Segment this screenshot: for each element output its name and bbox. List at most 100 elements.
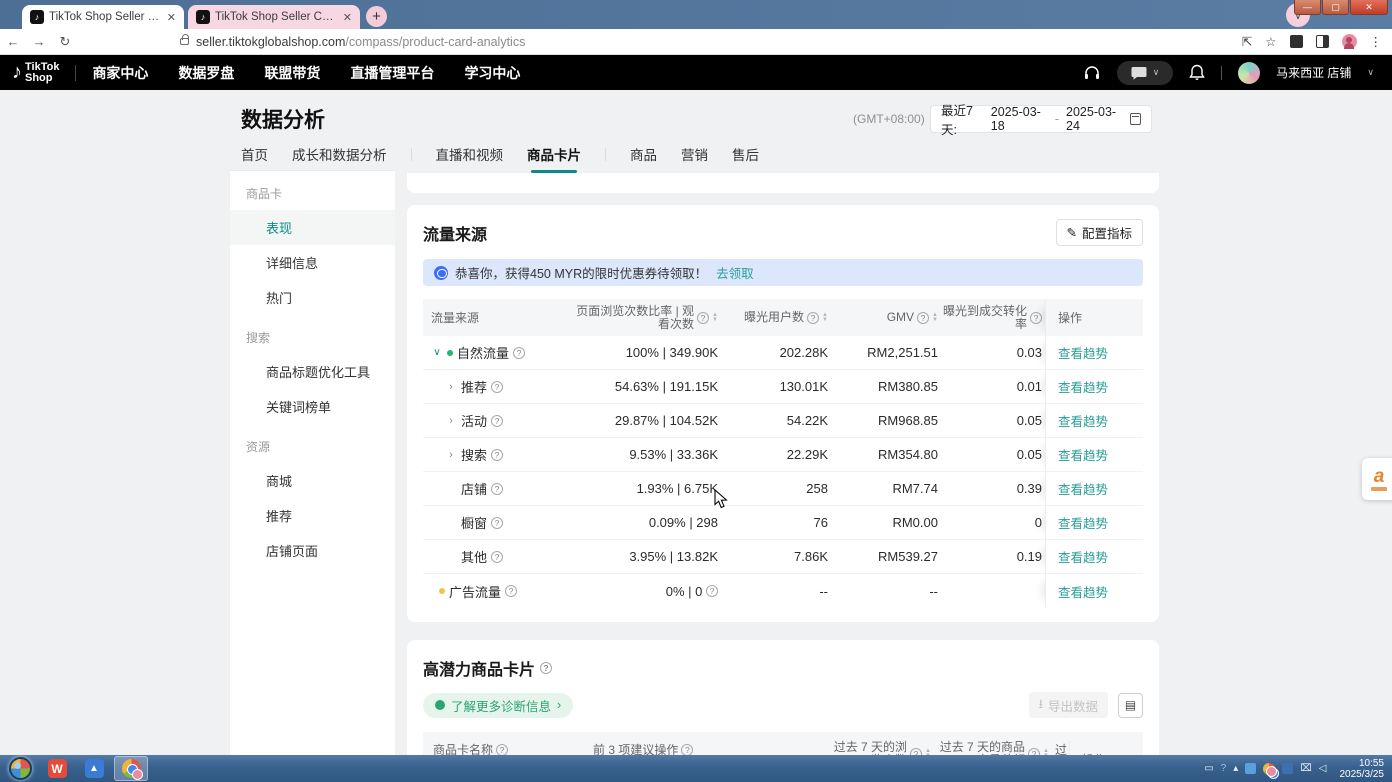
bookmark-star-icon[interactable]: ☆ — [1265, 34, 1276, 49]
store-avatar[interactable] — [1238, 62, 1260, 84]
help-icon[interactable] — [491, 381, 503, 393]
browser-tab-active[interactable]: ♪ TikTok Shop Seller Center | Cr ✕ — [22, 5, 184, 29]
browser-profile-icon[interactable] — [1342, 34, 1357, 49]
tray-network-icon[interactable]: ⌧ — [1300, 763, 1312, 774]
view-trend-link[interactable]: 查看趋势 — [1058, 445, 1108, 464]
tiktok-shop-logo[interactable]: ♪ TikTokShop — [12, 61, 59, 84]
tray-help-icon[interactable]: ? — [1221, 763, 1227, 774]
tab-products[interactable]: 商品 — [630, 144, 657, 173]
tab-growth[interactable]: 成长和数据分析 — [292, 144, 387, 173]
tray-app1-icon[interactable] — [1245, 763, 1256, 774]
nav-item-merchant-center[interactable]: 商家中心 — [92, 63, 148, 83]
tray-app2-icon[interactable] — [1282, 763, 1293, 774]
help-icon[interactable] — [491, 449, 503, 461]
view-trend-link[interactable]: 查看趋势 — [1058, 479, 1108, 498]
view-trend-link[interactable]: 查看趋势 — [1058, 547, 1108, 566]
store-name[interactable]: 马来西亚 店铺 — [1276, 64, 1351, 81]
view-trend-link[interactable]: 查看趋势 — [1058, 513, 1108, 532]
sidebar-item-mall[interactable]: 商城 — [230, 463, 395, 498]
help-icon[interactable] — [491, 517, 503, 529]
side-panel-icon[interactable] — [1316, 35, 1329, 48]
view-trend-link[interactable]: 查看趋势 — [1058, 343, 1108, 362]
table-row-recommend[interactable]: ›推荐 54.63% | 191.15K 130.01K RM380.85 0.… — [423, 370, 1143, 404]
export-data-button[interactable]: ⭳ 导出数据 — [1029, 692, 1108, 718]
sidebar-item-trending[interactable]: 热门 — [230, 280, 395, 315]
maximize-button[interactable]: ▢ — [1322, 0, 1349, 15]
lock-icon[interactable] — [180, 38, 189, 45]
help-icon[interactable] — [910, 748, 922, 755]
table-row-other[interactable]: ›其他 3.95% | 13.82K 7.86K RM539.27 0.19 查… — [423, 540, 1143, 574]
tray-show-hidden-icon[interactable]: ▴ — [1233, 763, 1238, 774]
minimize-button[interactable]: — — [1294, 0, 1321, 15]
taskbar-wps-icon[interactable]: W — [40, 756, 74, 781]
extensions-puzzle-icon[interactable] — [1290, 35, 1303, 48]
help-icon[interactable] — [505, 585, 517, 597]
table-row-search[interactable]: ›搜索 9.53% | 33.36K 22.29K RM354.80 0.05 … — [423, 438, 1143, 472]
help-icon[interactable] — [1028, 748, 1040, 755]
help-icon[interactable] — [491, 551, 503, 563]
forward-icon[interactable]: → — [26, 34, 52, 49]
expand-icon[interactable]: › — [445, 449, 457, 461]
nav-item-live-manager[interactable]: 直播管理平台 — [350, 63, 434, 83]
menu-dots-icon[interactable]: ⋮ — [1370, 34, 1383, 49]
table-row-activity[interactable]: ›活动 29.87% | 104.52K 54.22K RM968.85 0.0… — [423, 404, 1143, 438]
view-trend-link[interactable]: 查看趋势 — [1058, 377, 1108, 396]
help-icon[interactable] — [706, 585, 718, 597]
browser-tab-grouped[interactable]: ♪ TikTok Shop Seller Center | C ✕ — [188, 5, 360, 29]
help-icon[interactable] — [697, 312, 709, 324]
sidebar-item-shop-page[interactable]: 店铺页面 — [230, 533, 395, 568]
report-list-icon[interactable]: ▤ — [1118, 693, 1143, 718]
floating-service-widget[interactable]: a — [1362, 458, 1392, 500]
new-tab-button[interactable]: + — [366, 6, 387, 27]
tab-product-card[interactable]: 商品卡片 — [527, 144, 581, 173]
claim-coupon-link[interactable]: 去领取 — [716, 263, 754, 282]
collapse-icon[interactable]: ∨ — [431, 347, 443, 358]
nav-item-learning-center[interactable]: 学习中心 — [464, 63, 520, 83]
close-button[interactable]: ✕ — [1350, 0, 1388, 15]
sidebar-item-keyword-ranking[interactable]: 关键词榜单 — [230, 389, 395, 424]
tab-marketing[interactable]: 营销 — [681, 144, 708, 173]
tray-chrome-icon[interactable] — [1263, 763, 1275, 775]
help-icon[interactable] — [513, 347, 525, 359]
sidebar-item-recommend[interactable]: 推荐 — [230, 498, 395, 533]
back-icon[interactable]: ← — [0, 34, 26, 49]
view-trend-link[interactable]: 查看趋势 — [1058, 411, 1108, 430]
help-icon[interactable] — [491, 483, 503, 495]
expand-icon[interactable]: › — [445, 381, 457, 393]
chevron-down-icon[interactable]: ∨ — [1367, 67, 1374, 78]
tray-volume-icon[interactable]: ◁ — [1319, 763, 1327, 774]
headset-icon[interactable] — [1083, 64, 1101, 82]
calendar-icon[interactable] — [1130, 113, 1141, 125]
tab-close-icon[interactable]: ✕ — [167, 11, 176, 24]
expand-icon[interactable]: › — [445, 415, 457, 427]
help-icon[interactable] — [681, 744, 693, 756]
diagnosis-info-link[interactable]: 了解更多诊断信息 › — [423, 693, 573, 718]
tab-close-icon[interactable]: ✕ — [343, 11, 352, 24]
table-row-organic[interactable]: ∨自然流量 100% | 349.90K 202.28K RM2,251.51 … — [423, 336, 1143, 370]
start-button[interactable] — [9, 757, 32, 780]
sidebar-item-performance[interactable]: 表现 — [230, 210, 395, 245]
table-row-shop[interactable]: ›店铺 1.93% | 6.75K 258 RM7.74 0.39 查看趋势 — [423, 472, 1143, 506]
date-range-picker[interactable]: 最近7天: 2025-03-18 - 2025-03-24 — [930, 105, 1152, 133]
taskbar-chrome-icon[interactable] — [114, 756, 148, 781]
sidebar-item-details[interactable]: 详细信息 — [230, 245, 395, 280]
help-icon[interactable] — [917, 312, 929, 324]
tray-keyboard-icon[interactable]: ▭ — [1204, 763, 1213, 774]
messages-button[interactable]: ∨ — [1117, 61, 1173, 85]
help-icon[interactable] — [1030, 312, 1042, 324]
bell-icon[interactable] — [1189, 64, 1205, 81]
table-row-ad-traffic[interactable]: 广告流量 0% | 0 -- -- 查看趋势 — [423, 574, 1143, 608]
url-text[interactable]: seller.tiktokglobalshop.com/compass/prod… — [196, 35, 525, 49]
nav-item-data-compass[interactable]: 数据罗盘 — [178, 63, 234, 83]
help-icon[interactable] — [540, 662, 552, 674]
tab-after-sales[interactable]: 售后 — [732, 144, 759, 173]
configure-metrics-button[interactable]: ✎ 配置指标 — [1056, 219, 1144, 246]
help-icon[interactable] — [491, 415, 503, 427]
tab-home[interactable]: 首页 — [241, 144, 268, 173]
sidebar-item-title-optimizer[interactable]: 商品标题优化工具 — [230, 354, 395, 389]
tray-clock[interactable]: 10:55 2025/3/25 — [1334, 758, 1385, 780]
taskbar-app-icon[interactable]: ▲ — [77, 756, 111, 781]
help-icon[interactable] — [807, 312, 819, 324]
table-row-showcase[interactable]: ›橱窗 0.09% | 298 76 RM0.00 0 查看趋势 — [423, 506, 1143, 540]
nav-item-affiliate[interactable]: 联盟带货 — [264, 63, 320, 83]
